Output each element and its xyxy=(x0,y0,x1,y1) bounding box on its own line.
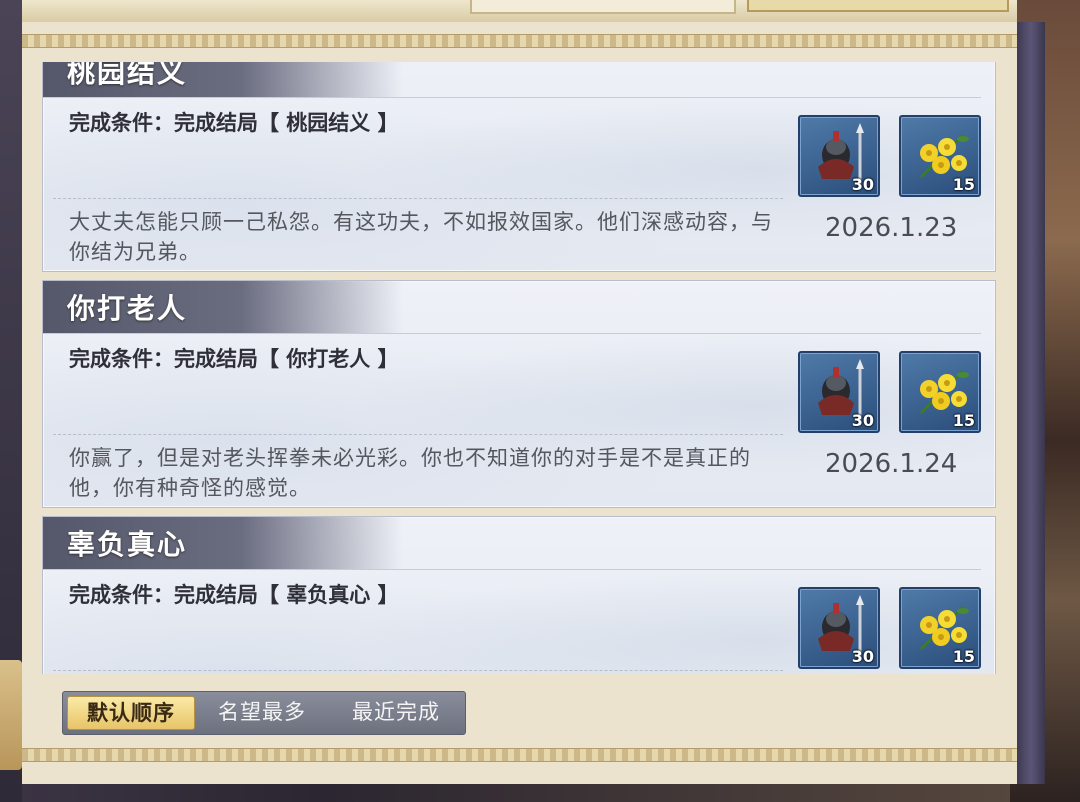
achievement-title: 你打老人 xyxy=(67,292,188,325)
reward-quantity: 30 xyxy=(851,175,874,194)
side-tab[interactable] xyxy=(0,660,22,770)
achievement-list[interactable]: 桃园结义 完成条件：完成结局【 桃园结义 】 30 15 大丈夫怎能只顾一己私怨… xyxy=(42,62,996,674)
completion-condition: 完成条件：完成结局【 桃园结义 】 xyxy=(69,111,399,135)
achievement-description: 你赢了，但是对老头挥拳未必光彩。你也不知道你的对手是不是真正的他，你有种奇怪的感… xyxy=(69,446,751,500)
completion-condition: 完成条件：完成结局【 辜负真心 】 xyxy=(69,583,399,607)
reward-quantity: 15 xyxy=(952,175,975,194)
sort-most-fame-button[interactable]: 名望最多 xyxy=(203,696,321,728)
header-tab-left[interactable] xyxy=(470,0,736,14)
header-tab-right[interactable] xyxy=(747,0,1009,12)
sort-selector: 默认顺序 名望最多 最近完成 xyxy=(62,691,466,735)
divider xyxy=(43,97,981,98)
achievement-screen: 桃园结义 完成条件：完成结局【 桃园结义 】 30 15 大丈夫怎能只顾一己私怨… xyxy=(0,0,1080,802)
sort-default-button[interactable]: 默认顺序 xyxy=(67,696,195,730)
achievement-title: 辜负真心 xyxy=(67,528,188,561)
completion-date: 2026.1.23 xyxy=(825,213,958,243)
panel-border-bottom xyxy=(22,748,1017,762)
sort-recent-button[interactable]: 最近完成 xyxy=(337,696,455,728)
achievement-card[interactable]: 你打老人 完成条件：完成结局【 你打老人 】 30 15 你赢了，但是对老头挥拳… xyxy=(42,280,996,508)
header-strip xyxy=(22,0,1017,22)
reward-item[interactable]: 30 xyxy=(798,587,880,669)
title-band: 你打老人 xyxy=(43,281,403,333)
reward-quantity: 15 xyxy=(952,647,975,666)
reward-item[interactable]: 30 xyxy=(798,351,880,433)
divider xyxy=(43,333,981,334)
divider xyxy=(43,569,981,570)
reward-item[interactable]: 30 xyxy=(798,115,880,197)
reward-quantity: 30 xyxy=(851,411,874,430)
achievement-card[interactable]: 辜负真心 完成条件：完成结局【 辜负真心 】 30 15 xyxy=(42,516,996,674)
dashed-divider xyxy=(53,434,783,435)
reward-item[interactable]: 15 xyxy=(899,587,981,669)
reward-item[interactable]: 15 xyxy=(899,115,981,197)
title-band: 桃园结义 xyxy=(43,62,403,97)
reward-quantity: 30 xyxy=(851,647,874,666)
title-band: 辜负真心 xyxy=(43,517,403,569)
completion-date: 2026.1.24 xyxy=(825,449,958,479)
dashed-divider xyxy=(53,670,783,671)
reward-item[interactable]: 15 xyxy=(899,351,981,433)
achievement-title: 桃园结义 xyxy=(67,62,188,89)
achievement-card[interactable]: 桃园结义 完成条件：完成结局【 桃园结义 】 30 15 大丈夫怎能只顾一己私怨… xyxy=(42,62,996,272)
panel-border-top xyxy=(22,34,1017,48)
reward-quantity: 15 xyxy=(952,411,975,430)
panel-scroll-rail[interactable] xyxy=(1017,22,1045,784)
achievement-description: 大丈夫怎能只顾一己私怨。有这功夫，不如报效国家。他们深感动容，与你结为兄弟。 xyxy=(69,210,773,264)
dashed-divider xyxy=(53,198,783,199)
completion-condition: 完成条件：完成结局【 你打老人 】 xyxy=(69,347,399,371)
